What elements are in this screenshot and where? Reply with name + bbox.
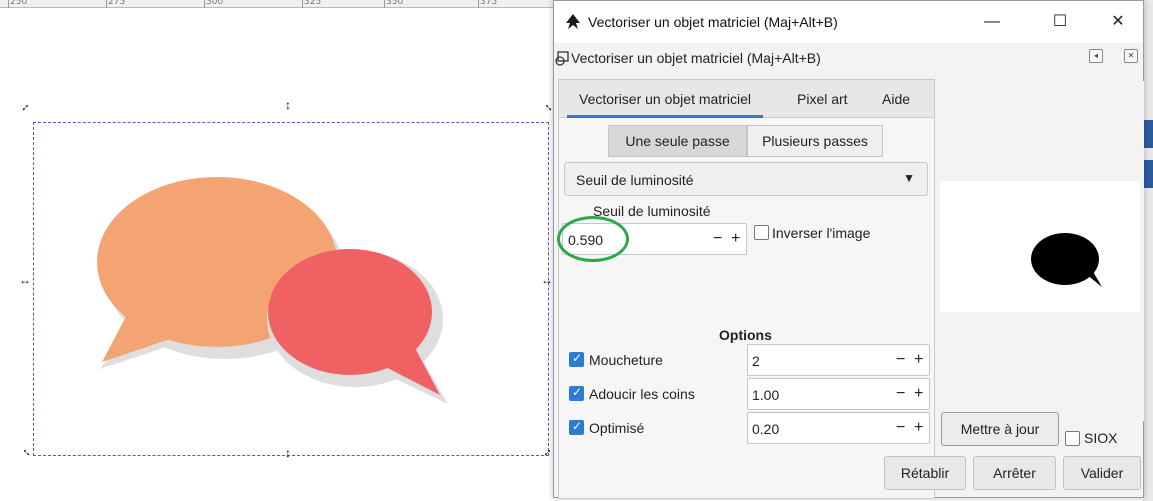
optimize-spinbox[interactable]: 0.20 − +	[747, 412, 930, 444]
decrement-button[interactable]: −	[896, 419, 905, 437]
increment-button[interactable]: +	[914, 419, 923, 437]
single-pass-button[interactable]: Une seule passe	[608, 125, 747, 157]
traced-shape-preview	[1031, 233, 1102, 287]
speckles-value: 2	[752, 353, 760, 369]
options-heading: Options	[719, 327, 772, 343]
speckles-option: Moucheture 2 − +	[567, 344, 930, 376]
horizontal-ruler: 250 275 300 325 350 375	[0, 0, 560, 8]
trace-bitmap-dialog: Vectoriser un objet matriciel (Maj+Alt+B…	[553, 0, 1144, 499]
ruler-label: 375	[480, 0, 498, 7]
resize-handle-icon[interactable]: ↕	[282, 99, 294, 111]
ruler-label: 325	[304, 0, 322, 7]
invert-image-label: Inverser l'image	[772, 225, 871, 241]
tab-trace-bitmap[interactable]: Vectoriser un objet matriciel	[567, 91, 763, 118]
optimize-value: 0.20	[752, 421, 780, 437]
increment-button[interactable]: +	[914, 385, 923, 403]
siox-check[interactable]	[1065, 431, 1080, 446]
background-window-edge	[1143, 0, 1153, 501]
ruler-label: 250	[10, 0, 28, 7]
resize-handle-icon[interactable]: ↕	[18, 444, 35, 461]
detection-mode-select[interactable]: Seuil de luminosité ▼	[564, 162, 928, 196]
resize-handle-icon[interactable]: ↕	[18, 99, 35, 116]
speckles-checkbox[interactable]	[569, 351, 584, 367]
resize-handle-icon[interactable]: ↔	[19, 274, 31, 286]
chevron-down-icon: ▼	[903, 171, 915, 185]
multiple-passes-button[interactable]: Plusieurs passes	[747, 125, 883, 157]
dialog-subheader-label: Vectoriser un objet matriciel (Maj+Alt+B…	[571, 50, 821, 66]
speech-bubbles-image[interactable]	[80, 169, 480, 409]
preview-area	[939, 81, 1144, 421]
close-button[interactable]: ✕	[1095, 9, 1141, 35]
annotation-highlight-circle	[557, 216, 629, 262]
speckles-spinbox[interactable]: 2 − +	[747, 344, 930, 376]
ruler-label: 275	[108, 0, 126, 7]
close-panel-icon[interactable]: ✕	[1124, 49, 1138, 63]
ruler-label: 350	[386, 0, 404, 7]
optimize-checkbox[interactable]	[569, 419, 584, 435]
window-titlebar[interactable]: Vectoriser un objet matriciel (Maj+Alt+B…	[554, 1, 1143, 43]
smooth-corners-spinbox[interactable]: 1.00 − +	[747, 378, 930, 410]
tab-help[interactable]: Aide	[882, 91, 910, 107]
dialog-subheader: Vectoriser un objet matriciel (Maj+Alt+B…	[554, 43, 1143, 73]
resize-handle-icon[interactable]: ↕	[282, 447, 294, 459]
drawing-canvas[interactable]: ↕ ↕ ↕ ↔ ↔ ↕ ↕ ↕	[0, 9, 555, 501]
tab-bar: Vectoriser un objet matriciel Pixel art …	[559, 80, 934, 118]
collapse-panel-icon[interactable]: ◂	[1089, 49, 1103, 63]
invert-image-check[interactable]	[754, 225, 769, 240]
trace-settings-panel: Vectoriser un objet matriciel Pixel art …	[557, 79, 935, 499]
optimize-option: Optimisé 0.20 − +	[567, 412, 930, 444]
stop-button[interactable]: Arrêter	[973, 456, 1056, 490]
ruler-label: 300	[206, 0, 224, 7]
minimize-button[interactable]: —	[969, 9, 1015, 35]
threshold-label: Seuil de luminosité	[593, 203, 711, 219]
smooth-corners-checkbox[interactable]	[569, 385, 584, 401]
update-preview-button[interactable]: Mettre à jour	[941, 412, 1059, 446]
decrement-button[interactable]: −	[896, 385, 905, 403]
window-title: Vectoriser un objet matriciel (Maj+Alt+B…	[588, 14, 838, 30]
apply-button[interactable]: Valider	[1063, 456, 1141, 490]
speckles-label: Moucheture	[589, 352, 663, 368]
detection-mode-value: Seuil de luminosité	[576, 172, 694, 188]
decrement-button[interactable]: −	[713, 230, 722, 248]
siox-label: SIOX	[1084, 430, 1118, 446]
decrement-button[interactable]: −	[896, 351, 905, 369]
trace-preview	[940, 181, 1140, 312]
reset-button[interactable]: Rétablir	[884, 456, 966, 490]
trace-bitmap-icon	[555, 51, 569, 66]
smooth-corners-label: Adoucir les coins	[589, 386, 695, 402]
inkscape-icon	[566, 14, 580, 29]
increment-button[interactable]: +	[731, 230, 740, 248]
resize-handle-icon[interactable]: ↔	[541, 274, 553, 286]
smooth-corners-option: Adoucir les coins 1.00 − +	[567, 378, 930, 410]
increment-button[interactable]: +	[914, 351, 923, 369]
optimize-label: Optimisé	[589, 420, 645, 436]
smooth-corners-value: 1.00	[752, 387, 780, 403]
tab-pixel-art[interactable]: Pixel art	[797, 91, 848, 107]
maximize-button[interactable]: ☐	[1037, 9, 1083, 35]
